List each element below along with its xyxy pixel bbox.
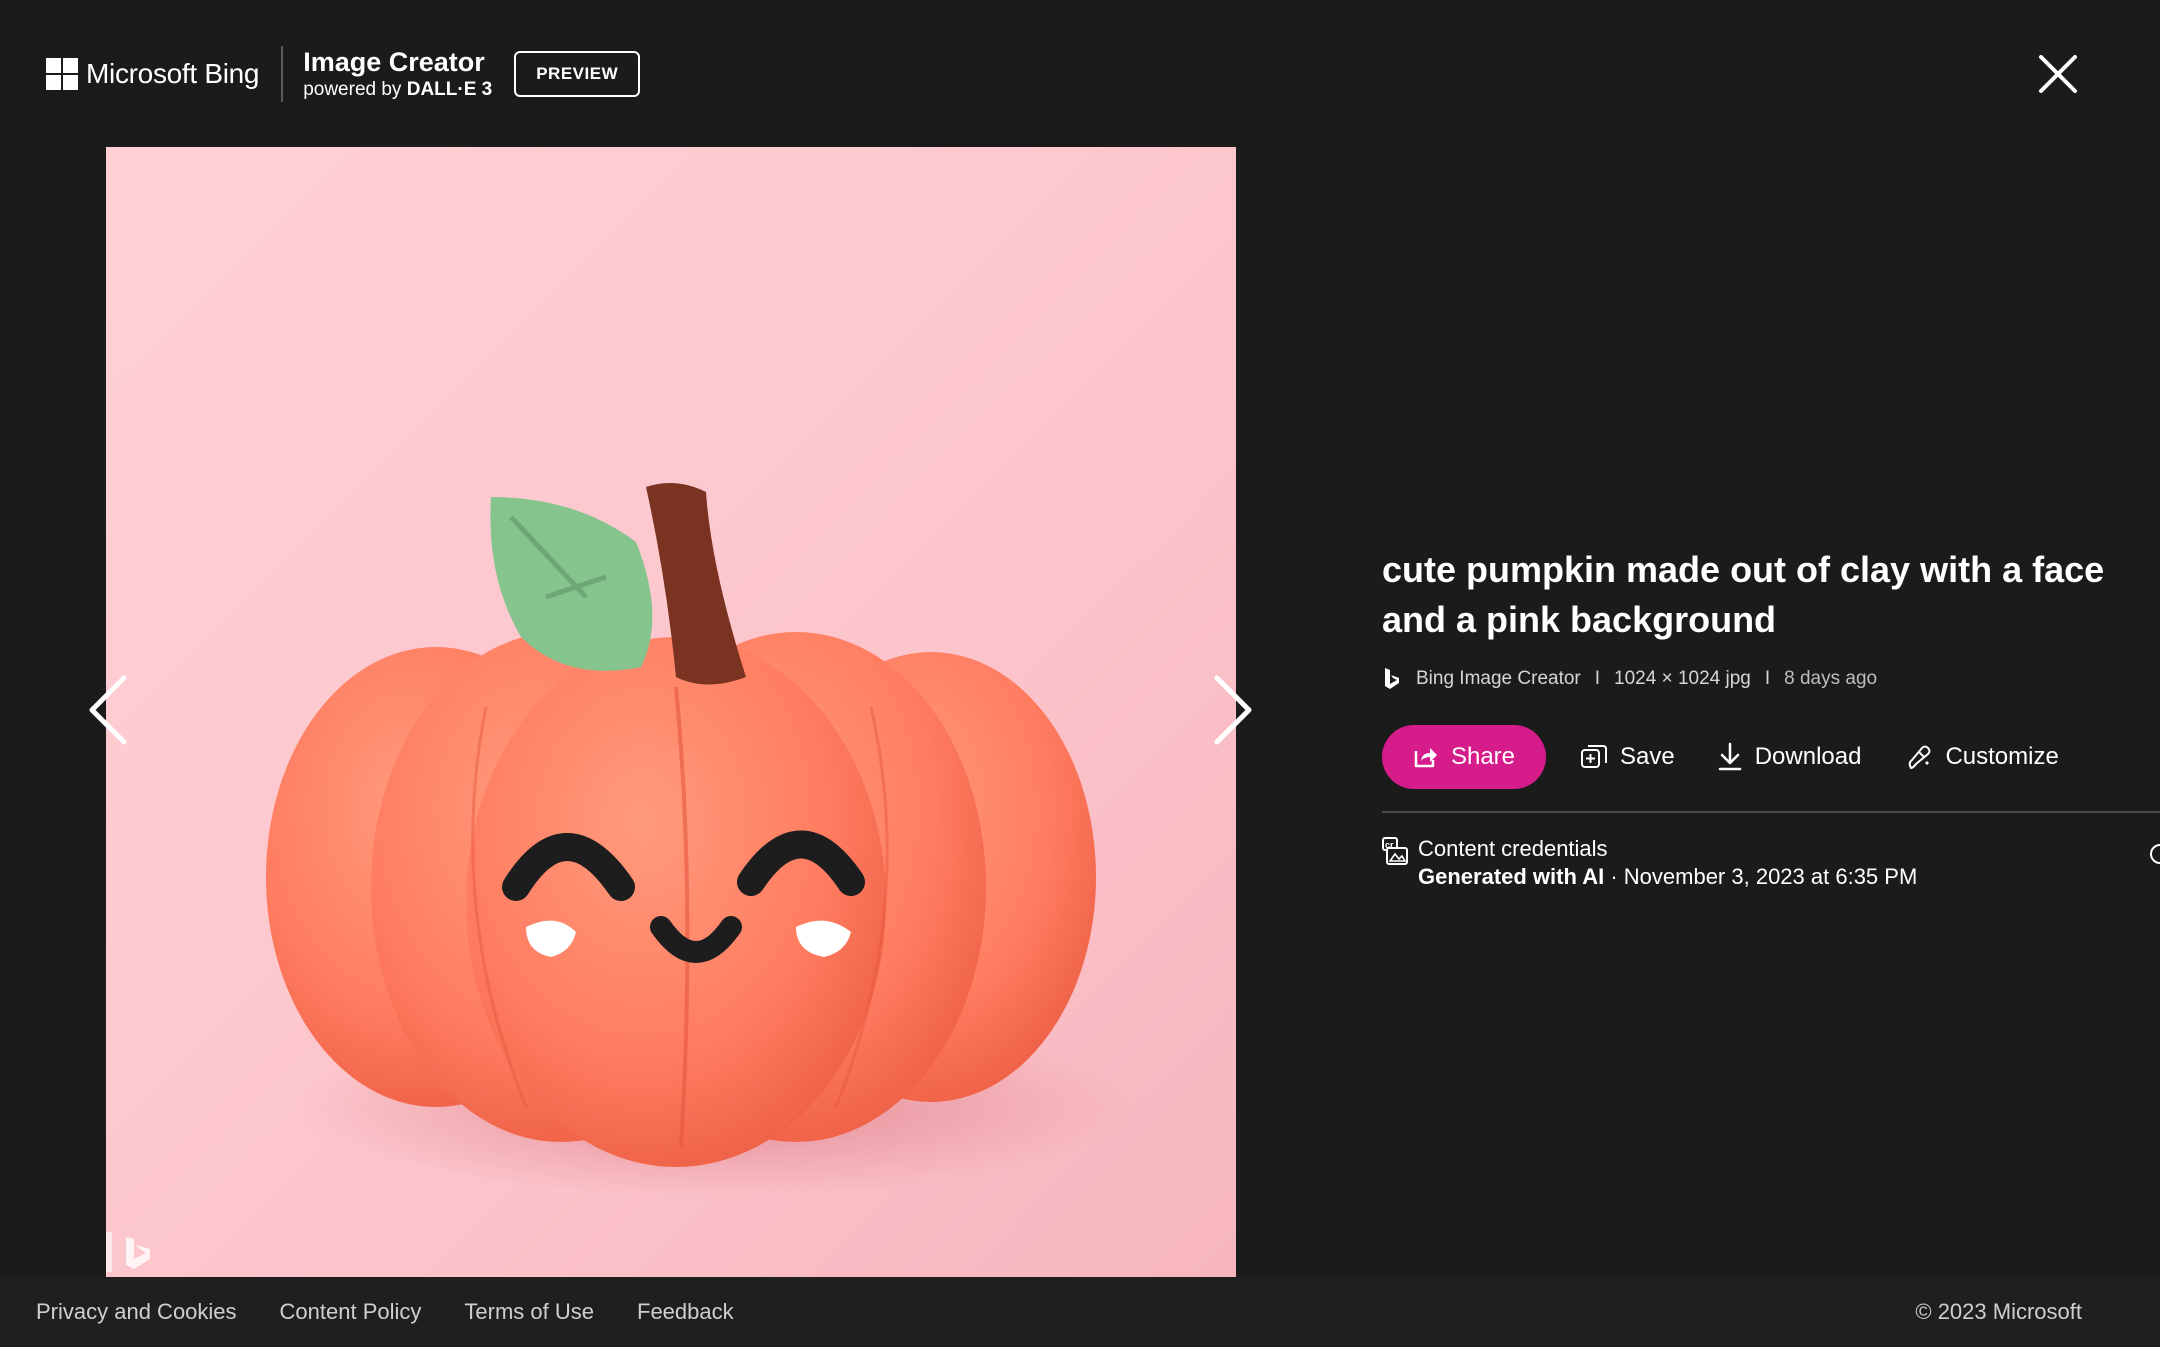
customize-button[interactable]: Customize xyxy=(1905,743,2059,771)
chevron-left-icon xyxy=(89,675,127,745)
powered-by-label: powered by xyxy=(303,78,407,100)
header: Microsoft Bing Image Creator powered by … xyxy=(46,44,641,104)
pumpkin-illustration xyxy=(106,147,1236,1277)
next-image-button[interactable] xyxy=(1207,670,1257,750)
footer-link-terms[interactable]: Terms of Use xyxy=(464,1299,594,1325)
footer-links: Privacy and Cookies Content Policy Terms… xyxy=(36,1299,777,1325)
microsoft-logo-icon xyxy=(46,58,78,90)
close-button[interactable] xyxy=(2034,50,2082,98)
credentials-title: Content credentials xyxy=(1418,836,1608,861)
credentials-date: November 3, 2023 at 6:35 PM xyxy=(1623,864,1918,889)
share-icon xyxy=(1414,748,1437,768)
save-button[interactable]: Save xyxy=(1580,743,1675,771)
chevron-right-icon xyxy=(1214,675,1252,745)
credentials-separator: · xyxy=(1604,864,1624,889)
meta-separator: I xyxy=(1594,668,1601,689)
credentials-detail: Generated with AI · November 3, 2023 at … xyxy=(1418,863,1917,891)
download-label: Download xyxy=(1754,743,1862,770)
brand-name: Microsoft Bing xyxy=(86,58,260,89)
save-collection-icon xyxy=(1581,745,1607,768)
product-subtitle: powered by DALL·E 3 xyxy=(303,78,493,100)
customize-label: Customize xyxy=(1945,743,2059,770)
download-icon xyxy=(1718,742,1741,771)
dimensions-label: 1024 × 1024 jpg xyxy=(1614,668,1751,689)
share-label: Share xyxy=(1450,743,1516,770)
generated-with-ai-label: Generated with AI xyxy=(1418,864,1605,889)
microsoft-bing-logo[interactable]: Microsoft Bing xyxy=(46,58,260,90)
footer-link-content-policy[interactable]: Content Policy xyxy=(280,1299,422,1325)
previous-image-button[interactable] xyxy=(84,670,134,750)
model-name: DALL·E 3 xyxy=(406,78,493,100)
product-title: Image Creator xyxy=(303,47,485,78)
copyright: © 2023 Microsoft xyxy=(1915,1299,2082,1324)
header-divider xyxy=(281,46,284,102)
share-button[interactable]: Share xyxy=(1382,725,1546,789)
product-name[interactable]: Image Creator powered by DALL·E 3 xyxy=(303,48,492,99)
content-credentials[interactable]: cr Content credentials Generated with AI… xyxy=(1382,835,2160,891)
footer-link-feedback[interactable]: Feedback xyxy=(637,1299,734,1325)
image-details-panel: cute pumpkin made out of clay with a fac… xyxy=(1382,545,2160,891)
preview-badge[interactable]: PREVIEW xyxy=(514,51,641,97)
age-label: 8 days ago xyxy=(1784,668,1878,689)
close-icon xyxy=(2039,55,2077,93)
source-label: Bing Image Creator xyxy=(1416,668,1581,689)
prompt-title: cute pumpkin made out of clay with a fac… xyxy=(1382,549,2105,640)
details-divider xyxy=(1382,811,2160,813)
bing-icon xyxy=(1385,668,1399,689)
footer-link-privacy[interactable]: Privacy and Cookies xyxy=(36,1299,237,1325)
action-bar: Share Save Download Customize xyxy=(1382,725,2160,789)
download-button[interactable]: Download xyxy=(1717,742,1862,772)
image-meta: Bing Image Creator I 1024 × 1024 jpg I 8… xyxy=(1382,667,2160,691)
bing-watermark-icon xyxy=(106,1232,150,1272)
generated-image[interactable] xyxy=(106,147,1236,1277)
meta-separator: I xyxy=(1764,668,1771,689)
customize-brush-icon xyxy=(1909,745,1931,770)
content-credentials-icon: cr xyxy=(1382,837,1408,865)
footer: Privacy and Cookies Content Policy Terms… xyxy=(0,1277,2160,1347)
info-icon[interactable] xyxy=(2148,842,2160,866)
save-label: Save xyxy=(1620,743,1675,770)
